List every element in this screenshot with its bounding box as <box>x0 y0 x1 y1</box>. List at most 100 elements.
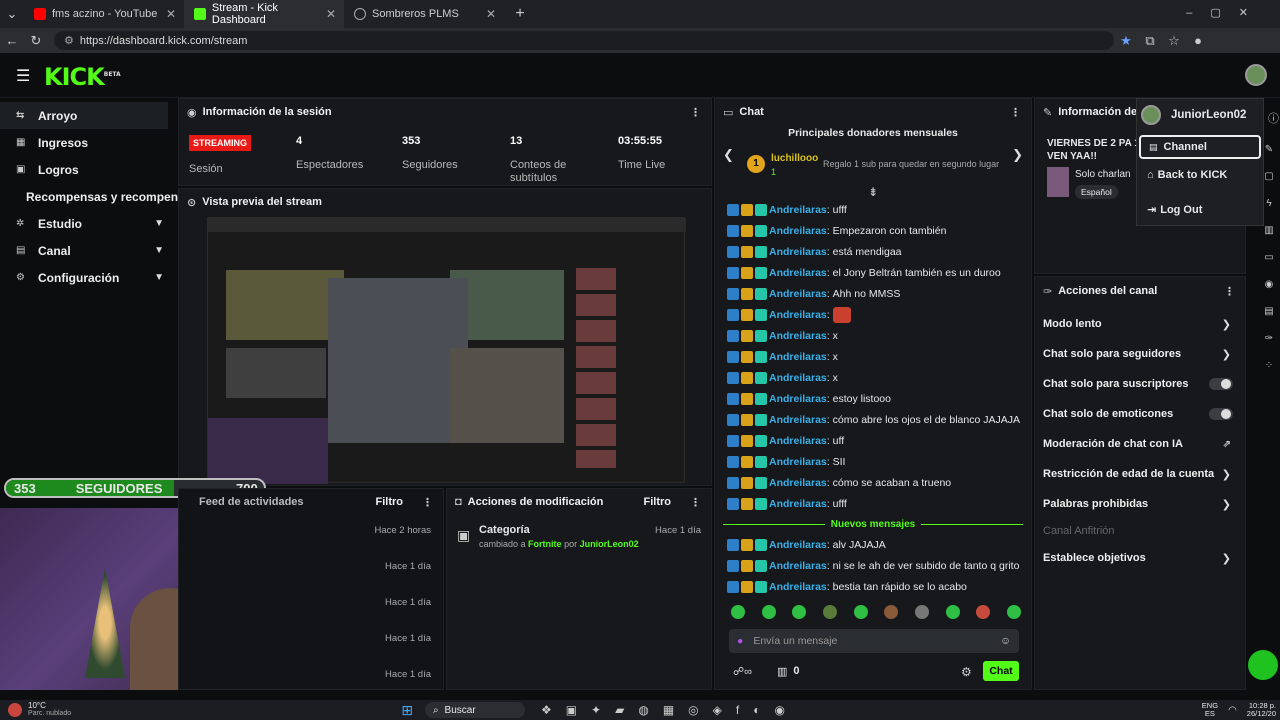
chat-username[interactable]: Andreilaras <box>769 204 827 216</box>
hamburger-menu-icon[interactable]: ☰ <box>16 66 30 86</box>
chat-username[interactable]: Andreilaras <box>769 456 827 468</box>
menu-item-log-out[interactable]: ⇥ Log Out <box>1147 203 1202 217</box>
sidebar-item-canal[interactable]: ▤ Canal ▼ <box>0 237 178 264</box>
chat-username[interactable]: Andreilaras <box>769 267 827 279</box>
windows-start-icon[interactable]: ⊞ <box>401 702 413 719</box>
tab-sombreros[interactable]: Sombreros PLMS ✕ <box>344 0 504 28</box>
chat-username[interactable]: Andreilaras <box>769 351 827 363</box>
chat-gift-count[interactable]: ▥ 0 <box>777 665 800 678</box>
close-icon[interactable]: ✕ <box>326 7 336 21</box>
filter-button[interactable]: Filtro <box>376 496 404 508</box>
url-field[interactable]: ⚙ https://dashboard.kick.com/stream <box>54 31 1114 50</box>
mod-item-user[interactable]: JuniorLeon02 <box>580 539 639 549</box>
extensions-icon[interactable]: ⧉ <box>1138 33 1162 49</box>
app-icon[interactable]: ◈ <box>713 703 722 717</box>
emoji-icon[interactable]: ☺ <box>1000 635 1011 647</box>
action-subscribers-only[interactable]: Chat solo para suscriptores <box>1035 369 1245 399</box>
more-options-icon[interactable]: ⋮ <box>690 106 701 119</box>
chat-username[interactable]: Andreilaras <box>769 372 827 384</box>
sidebar-item-ingresos[interactable]: ▦ Ingresos <box>0 129 178 156</box>
close-icon[interactable]: ✕ <box>486 7 496 21</box>
emote-icon[interactable] <box>822 605 837 619</box>
chat-send-button[interactable]: Chat <box>983 661 1019 681</box>
app-icon[interactable]: ◐ <box>753 703 760 717</box>
document-icon[interactable]: ▥ <box>1264 225 1273 236</box>
stream-category[interactable]: Solo charlan <box>1075 169 1131 180</box>
edge-icon[interactable]: ◍ <box>638 703 648 717</box>
spotify-icon[interactable]: ◉ <box>774 703 784 717</box>
chat-icon[interactable]: ▭ <box>1264 252 1273 263</box>
chat-username[interactable]: Andreilaras <box>769 246 827 258</box>
pin-icon[interactable]: ⇟ <box>868 185 878 199</box>
copilot-icon[interactable]: ✦ <box>591 703 601 717</box>
user-avatar[interactable] <box>1245 64 1267 86</box>
task-view-icon[interactable]: ▣ <box>566 703 577 717</box>
widgets-icon[interactable]: ❖ <box>541 703 552 717</box>
bolt-icon[interactable]: ϟ <box>1266 198 1271 209</box>
emote-icon[interactable] <box>853 605 868 619</box>
donor-name[interactable]: luchillooo <box>771 153 818 164</box>
profile-avatar-icon[interactable]: ● <box>1186 33 1210 48</box>
filter-button[interactable]: Filtro <box>644 496 672 508</box>
chat-username[interactable]: Andreilaras <box>769 393 827 405</box>
more-options-icon[interactable]: ⋮ <box>422 496 433 509</box>
mod-item-game[interactable]: Fortnite <box>528 539 562 549</box>
action-age-restriction[interactable]: Restricción de edad de la cuenta ❯ <box>1035 459 1245 489</box>
menu-item-back-to-kick[interactable]: ⌂ Back to KICK <box>1147 169 1227 181</box>
close-icon[interactable]: ✕ <box>166 7 176 21</box>
layout-icon[interactable]: ▤ <box>1264 306 1273 317</box>
chat-users-icon[interactable]: ☍∞ <box>733 665 752 678</box>
sidebar-item-estudio[interactable]: ✲ Estudio ▼ <box>0 210 178 237</box>
more-options-icon[interactable]: ⋮ <box>1010 106 1021 119</box>
tab-list-chevron-icon[interactable]: ⌄ <box>0 6 24 22</box>
emotes-only-toggle[interactable] <box>1209 408 1233 420</box>
tab-kick-dashboard[interactable]: Stream - Kick Dashboard ✕ <box>184 0 344 28</box>
action-followers-only[interactable]: Chat solo para seguidores ❯ <box>1035 339 1245 369</box>
chat-username[interactable]: Andreilaras <box>769 477 827 489</box>
weather-widget[interactable]: 10°C Parc. nublado <box>28 702 71 718</box>
new-tab-plus-icon[interactable]: + <box>508 5 532 23</box>
store-icon[interactable]: ▦ <box>663 703 674 717</box>
back-arrow-icon[interactable]: ← <box>0 33 24 48</box>
kick-logo[interactable]: KICKBETA <box>44 63 121 91</box>
emote-icon[interactable] <box>884 605 899 619</box>
emote-icon[interactable] <box>731 605 745 619</box>
chat-username[interactable]: Andreilaras <box>769 560 827 572</box>
info-circle-icon[interactable]: ⓘ <box>1268 110 1279 126</box>
subscribers-only-toggle[interactable] <box>1209 378 1233 390</box>
emote-icon[interactable] <box>914 605 929 619</box>
bookmark-star-icon[interactable]: ★ <box>1114 33 1138 49</box>
chat-username[interactable]: Andreilaras <box>769 435 827 447</box>
language-indicator[interactable]: ENG ES <box>1202 702 1218 718</box>
window-controls[interactable]: –▢✕ <box>1186 6 1266 19</box>
action-banned-words[interactable]: Palabras prohibidas ❯ <box>1035 489 1245 519</box>
wifi-icon[interactable]: ◠ <box>1228 705 1237 716</box>
sidebar-item-logros[interactable]: ▣ Logros <box>0 156 178 183</box>
emote-icon[interactable] <box>976 605 991 619</box>
screen-icon[interactable]: ▢ <box>1264 171 1273 182</box>
action-slow-mode[interactable]: Modo lento ❯ <box>1035 309 1245 339</box>
sidebar-item-configuracion[interactable]: ⚙ Configuración ▼ <box>0 264 178 291</box>
chat-username[interactable]: Andreilaras <box>769 330 827 342</box>
action-set-goals[interactable]: Establece objetivos ❯ <box>1035 543 1245 573</box>
chat-username[interactable]: Andreilaras <box>769 288 827 300</box>
chat-input[interactable]: ● Envía un mensaje ☺ <box>729 629 1019 653</box>
stream-preview-video[interactable] <box>207 217 686 484</box>
facebook-icon[interactable]: f <box>736 703 739 717</box>
chevron-left-icon[interactable]: ❮ <box>723 147 734 163</box>
sidebar-item-arroyo[interactable]: ⇆ Arroyo <box>0 102 168 129</box>
clock[interactable]: 10:28 p. 26/12/20 <box>1247 702 1276 718</box>
more-options-icon[interactable]: ⋮ <box>690 496 701 509</box>
emote-icon[interactable] <box>1006 605 1021 619</box>
emote-icon[interactable] <box>945 605 960 619</box>
chat-settings-gear-icon[interactable]: ⚙ <box>961 665 972 679</box>
emote-icon[interactable] <box>761 605 776 619</box>
more-options-icon[interactable]: ⋮ <box>1224 285 1235 298</box>
emote-icon[interactable] <box>792 605 807 619</box>
action-emotes-only[interactable]: Chat solo de emoticones <box>1035 399 1245 429</box>
folder-icon[interactable]: ▰ <box>615 703 624 717</box>
chat-username[interactable]: Andreilaras <box>769 581 827 593</box>
app-icon[interactable]: ◎ <box>688 703 698 717</box>
reload-icon[interactable]: ↻ <box>24 33 48 49</box>
favorites-icon[interactable]: ☆ <box>1162 33 1186 49</box>
